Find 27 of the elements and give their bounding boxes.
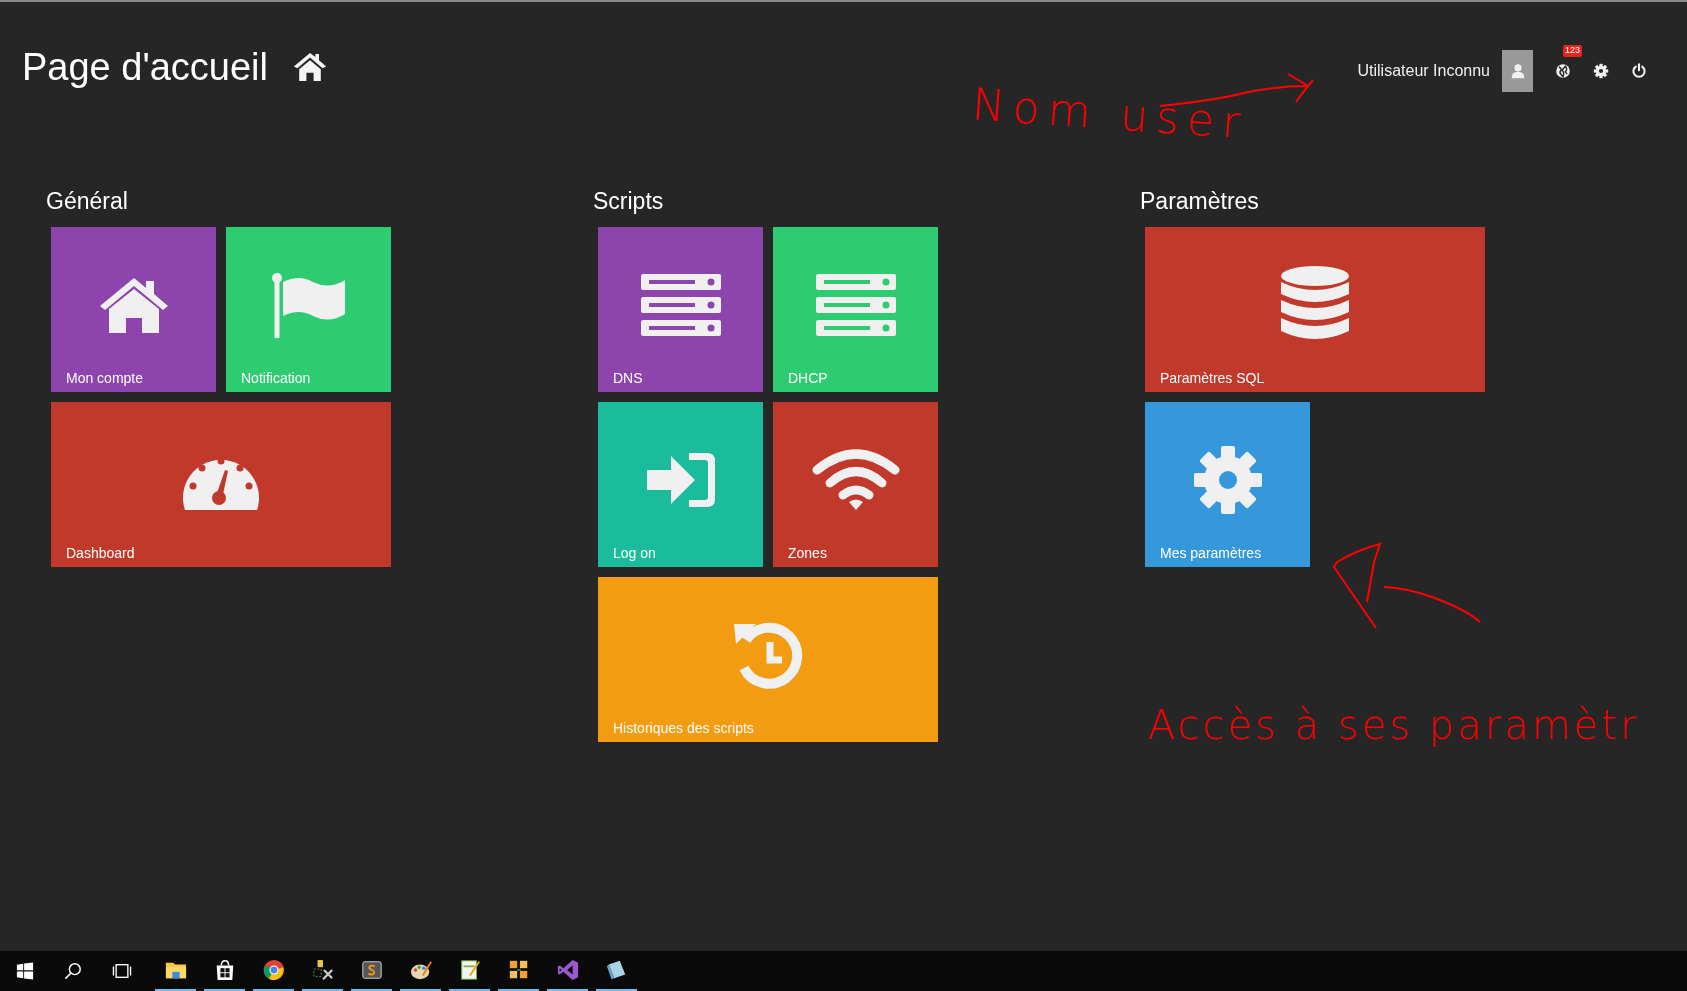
settings-icon[interactable]	[1593, 63, 1609, 79]
gear-icon	[1192, 444, 1263, 515]
handwritten-note: Nom user	[970, 78, 1251, 149]
wifi-icon	[810, 447, 901, 512]
person-icon	[1509, 63, 1526, 79]
tile[interactable]: Zones	[773, 402, 938, 567]
flag-icon	[270, 271, 347, 338]
user-name[interactable]: Utilisateur Inconnu	[1357, 62, 1490, 80]
house-icon	[292, 50, 328, 82]
tile[interactable]: Dashboard	[51, 402, 391, 567]
server-icon	[815, 273, 896, 336]
tile[interactable]: DNS	[598, 227, 763, 392]
section-title: Général	[46, 188, 129, 215]
power-icon[interactable]	[1631, 63, 1647, 79]
globe-icon[interactable]	[1555, 63, 1571, 79]
task-view-icon[interactable]	[112, 962, 132, 980]
search-icon[interactable]	[64, 962, 82, 980]
server-icon	[640, 273, 721, 336]
handwritten-note: Accès à ses paramètr	[1148, 702, 1640, 748]
section-title: Scripts	[593, 188, 665, 215]
page-title: Page d'accueil	[22, 45, 268, 89]
start-icon[interactable]	[16, 962, 34, 980]
notification-badge: 123	[1563, 45, 1583, 57]
tile[interactable]: Mon compte	[51, 227, 216, 392]
tile[interactable]: Mes paramètres	[1145, 402, 1310, 567]
tile[interactable]: Paramètres SQL	[1145, 227, 1485, 392]
section-title: Paramètres	[1140, 188, 1260, 215]
